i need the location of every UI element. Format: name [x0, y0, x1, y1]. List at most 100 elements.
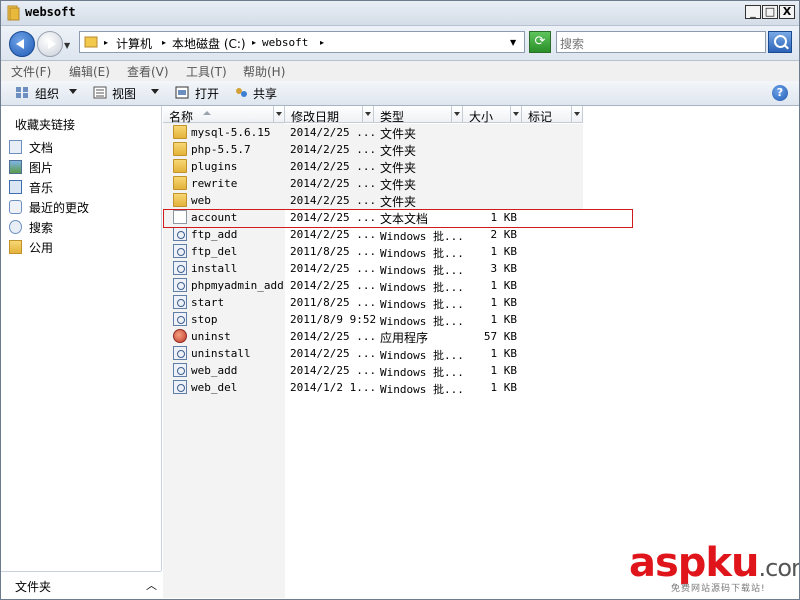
file-type: 文件夹 [380, 161, 417, 175]
search-button[interactable] [768, 31, 792, 53]
organize-button[interactable]: 组织 [35, 85, 59, 102]
share-icon [236, 88, 247, 97]
file-name: stop [191, 313, 218, 326]
menu-bar: 文件(F) 编辑(E) 查看(V) 工具(T) 帮助(H) [1, 61, 799, 81]
menu-tools[interactable]: 工具(T) [186, 63, 227, 80]
breadcrumb-separator-icon[interactable]: ▸ [320, 38, 324, 47]
search-icon [9, 220, 22, 234]
file-date: 2014/2/25 ... [290, 126, 377, 139]
close-button[interactable]: X [779, 5, 795, 19]
help-icon[interactable]: ? [772, 85, 788, 101]
column-header-size[interactable]: 大小 [463, 106, 522, 124]
file-row[interactable]: rewrite 2014/2/25 ... 文件夹 [163, 175, 583, 192]
menu-edit[interactable]: 编辑(E) [69, 63, 110, 80]
views-caret-icon[interactable] [151, 89, 159, 94]
batch-file-icon [173, 244, 187, 258]
file-row[interactable]: web_del 2014/1/2 1... Windows 批... 1 KB [163, 379, 799, 396]
views-button[interactable]: 视图 [112, 85, 136, 102]
file-row[interactable]: plugins 2014/2/25 ... 文件夹 [163, 158, 583, 175]
file-row[interactable]: mysql-5.6.15 2014/2/25 ... 文件夹 [163, 124, 583, 141]
file-date: 2014/2/25 ... [290, 177, 377, 190]
address-dropdown-icon[interactable]: ▼ [510, 38, 516, 47]
sidebar-item-search[interactable]: 搜索 [7, 218, 157, 236]
sidebar-item-pictures[interactable]: 图片 [7, 158, 157, 176]
title-bar[interactable]: websoft _ □ X [1, 1, 799, 26]
file-row[interactable]: uninst 2014/2/25 ... 应用程序 57 KB [163, 328, 799, 345]
batch-file-icon [173, 363, 187, 377]
share-button[interactable]: 共享 [253, 85, 277, 102]
file-row[interactable]: php-5.5.7 2014/2/25 ... 文件夹 [163, 141, 583, 158]
batch-file-icon [173, 380, 187, 394]
file-date: 2014/2/25 ... [290, 347, 377, 360]
folder-icon [173, 193, 187, 207]
file-type: Windows 批... [380, 264, 464, 277]
back-button[interactable] [9, 31, 35, 57]
breadcrumb-separator-icon[interactable]: ▸ [252, 38, 256, 47]
breadcrumb-websoft[interactable]: websoft [262, 36, 308, 49]
file-size: 1 KB [490, 279, 518, 292]
file-name: install [191, 262, 238, 275]
file-row[interactable]: ftp_del 2011/8/25 ... Windows 批... 1 KB [163, 243, 799, 260]
file-size: 1 KB [490, 381, 518, 394]
watermark-subtitle: 免费网站源码下载站! [671, 584, 766, 594]
file-name: mysql-5.6.15 [191, 126, 271, 139]
sidebar-item-music[interactable]: 音乐 [7, 178, 157, 196]
file-row[interactable]: install 2014/2/25 ... Windows 批... 3 KB [163, 260, 799, 277]
column-dropdown-icon[interactable] [362, 106, 373, 122]
column-header-tags[interactable]: 标记 [522, 106, 583, 124]
file-row[interactable]: uninstall 2014/2/25 ... Windows 批... 1 KB [163, 345, 799, 362]
column-header-type[interactable]: 类型 [374, 106, 463, 124]
chevron-up-icon[interactable]: ︿ [146, 577, 157, 593]
breadcrumb-separator-icon[interactable]: ▸ [162, 38, 166, 47]
sidebar-item-public[interactable]: 公用 [7, 238, 157, 256]
column-header-label: 类型 [380, 110, 405, 124]
file-row[interactable]: ftp_add 2014/2/25 ... Windows 批... 2 KB [163, 226, 799, 243]
file-type: Windows 批... [380, 298, 464, 311]
file-date: 2011/8/9 9:52 [290, 313, 377, 326]
file-date: 2014/2/25 ... [290, 262, 377, 275]
breadcrumb-local-disk[interactable]: 本地磁盘 (C:) [172, 35, 246, 52]
history-dropdown-icon[interactable]: ▼ [64, 41, 70, 50]
file-name: web_add [191, 364, 238, 377]
breadcrumb-computer[interactable]: 计算机 [116, 35, 152, 52]
refresh-button[interactable]: ⟳ [529, 31, 551, 53]
breadcrumb-separator-icon[interactable]: ▸ [104, 38, 108, 47]
file-name: uninst [191, 330, 231, 343]
column-dropdown-icon[interactable] [273, 106, 284, 122]
folder-icon [173, 125, 187, 139]
file-type: Windows 批... [380, 349, 464, 362]
file-row[interactable]: web 2014/2/25 ... 文件夹 [163, 192, 583, 209]
file-row[interactable]: web_add 2014/2/25 ... Windows 批... 1 KB [163, 362, 799, 379]
column-header-label: 标记 [528, 110, 553, 124]
menu-help[interactable]: 帮助(H) [243, 63, 285, 80]
menu-file[interactable]: 文件(F) [11, 63, 51, 80]
forward-button[interactable] [37, 31, 63, 57]
menu-view[interactable]: 查看(V) [127, 63, 169, 80]
file-type: Windows 批... [380, 366, 464, 379]
file-name: start [191, 296, 225, 309]
maximize-button[interactable]: □ [762, 5, 778, 19]
organize-caret-icon[interactable] [69, 89, 77, 94]
file-size: 1 KB [490, 364, 518, 377]
column-dropdown-icon[interactable] [571, 106, 582, 122]
sidebar-item-recent[interactable]: 最近的更改 [7, 198, 157, 216]
sidebar-item-documents[interactable]: 文档 [7, 138, 157, 156]
arrow-right-icon [48, 39, 56, 49]
column-header-name[interactable]: 名称 [163, 106, 285, 124]
folders-toggle[interactable]: 文件夹 ︿ [1, 571, 161, 599]
file-row[interactable]: phpmyadmin_add 2014/2/25 ... Windows 批... 1… [163, 277, 799, 294]
address-bar[interactable]: ▸ 计算机 ▸ 本地磁盘 (C:) ▸ websoft ▸ ▼ [79, 31, 525, 53]
batch-file-icon [173, 227, 187, 241]
file-type: 文件夹 [380, 178, 417, 192]
file-size: 2 KB [490, 228, 518, 241]
file-date: 2014/2/25 ... [290, 330, 377, 343]
search-input[interactable] [556, 31, 766, 53]
sidebar-item-label: 文档 [29, 141, 54, 155]
file-row[interactable]: stop 2011/8/9 9:52 Windows 批... 1 KB [163, 311, 799, 328]
column-dropdown-icon[interactable] [510, 106, 521, 122]
minimize-button[interactable]: _ [745, 5, 761, 19]
column-header-date[interactable]: 修改日期 [285, 106, 374, 124]
column-dropdown-icon[interactable] [451, 106, 462, 122]
open-button[interactable]: 打开 [195, 85, 219, 102]
file-row[interactable]: start 2011/8/25 ... Windows 批... 1 KB [163, 294, 799, 311]
